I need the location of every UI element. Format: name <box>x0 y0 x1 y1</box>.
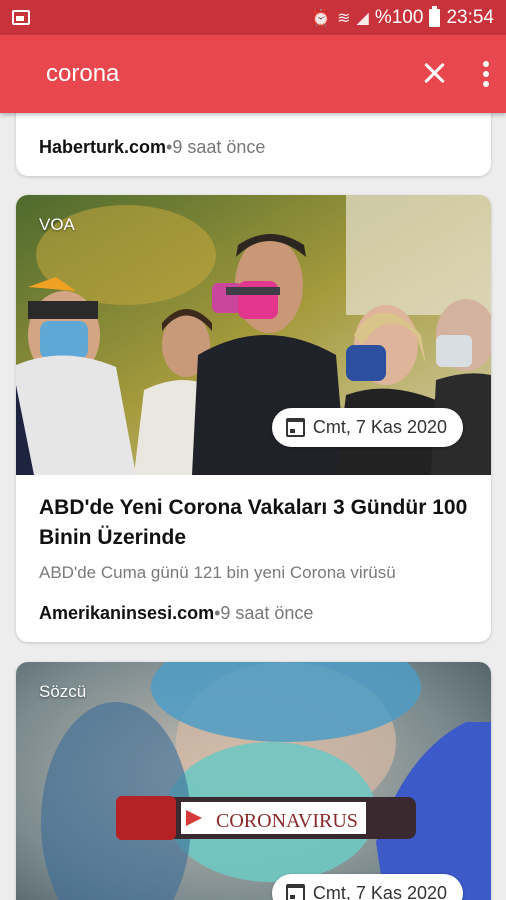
article-image: VOA Cmt, 7 Kas 2020 <box>16 195 491 475</box>
search-input[interactable] <box>46 60 366 88</box>
alarm-icon: ⏰ <box>311 9 332 27</box>
signal-icon: ◢ <box>356 9 369 27</box>
more-options-icon[interactable] <box>474 59 498 89</box>
article-source-tag: Sözcü <box>39 682 87 701</box>
clock: 23:54 <box>446 6 494 28</box>
article-image: CORONAVIRUS Sözcü Cmt, 7 Kas 2020 <box>16 662 491 900</box>
coronavirus-label: CORONAVIRUS <box>216 810 358 832</box>
article-source-tag: VOA <box>39 215 75 234</box>
article-summary: ABD'de Cuma günü 121 bin yeni Corona vir… <box>39 563 396 582</box>
news-card[interactable]: VOA Cmt, 7 Kas 2020 ABD'de Yeni Corona V… <box>16 195 491 642</box>
article-headline[interactable]: ABD'de Yeni Corona Vakaları 3 Gündür 100… <box>39 493 469 553</box>
article-meta: Haberturk.com•9 saat önce <box>39 137 265 158</box>
date-chip: Cmt, 7 Kas 2020 <box>271 874 463 900</box>
article-date: Cmt, 7 Kas 2020 <box>312 417 447 437</box>
battery-percent: %100 <box>374 6 424 28</box>
close-icon[interactable] <box>418 57 450 89</box>
article-meta: Amerikaninsesi.com•9 saat önce <box>39 603 313 624</box>
status-bar: ⏰ ≋ ◢ %100 23:54 <box>0 0 506 35</box>
calendar-icon <box>285 884 305 900</box>
calendar-icon <box>285 418 305 437</box>
article-age: •9 saat önce <box>166 137 266 157</box>
article-source: Amerikaninsesi.com <box>39 603 215 623</box>
article-age: •9 saat önce <box>214 603 314 623</box>
news-card[interactable]: CORONAVIRUS Sözcü Cmt, 7 Kas 2020 <box>16 662 491 900</box>
app-bar <box>0 35 506 113</box>
date-chip: Cmt, 7 Kas 2020 <box>271 408 463 447</box>
wifi-icon: ≋ <box>337 9 351 27</box>
battery-icon <box>429 5 441 27</box>
gallery-notification-icon <box>12 10 30 25</box>
article-source: Haberturk.com <box>39 137 167 157</box>
article-date: Cmt, 7 Kas 2020 <box>312 883 447 900</box>
